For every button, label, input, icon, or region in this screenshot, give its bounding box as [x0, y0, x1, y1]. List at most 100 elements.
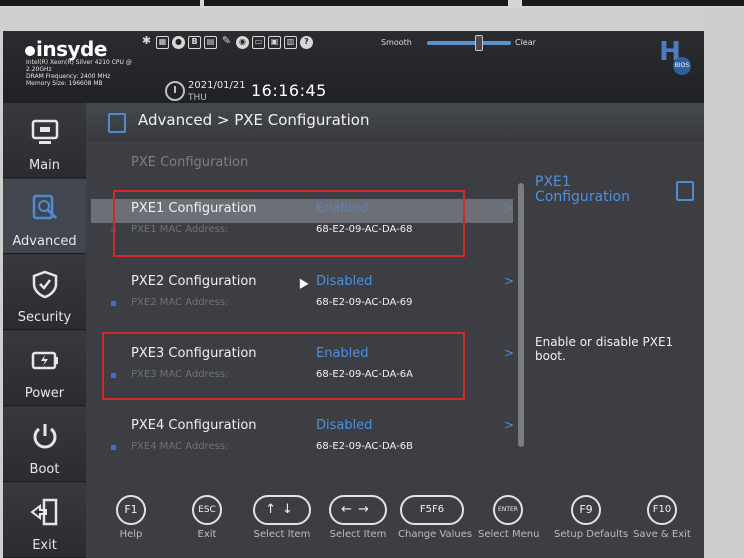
lock-icon[interactable]: ▣	[268, 36, 281, 49]
pin-icon[interactable]: ✱	[140, 35, 153, 49]
sidebar-label-advanced: Advanced	[12, 234, 77, 249]
strip-segment	[522, 0, 744, 6]
background-panel	[704, 8, 744, 558]
help-icon[interactable]: ?	[300, 36, 313, 49]
strip-segment	[0, 0, 200, 6]
bold-icon[interactable]: B	[188, 36, 201, 49]
breadcrumb-bar: Advanced > PXE Configuration	[86, 103, 704, 141]
annotation-box-pxe1	[113, 190, 465, 257]
top-window-strip	[0, 0, 744, 8]
bios-window: insyde Intel(R) Xeon(R) Silver 4210 CPU …	[3, 31, 704, 558]
sidebar-item-advanced[interactable]: Advanced	[3, 179, 86, 254]
key-label: Change Values	[398, 529, 473, 540]
help-text: Enable or disable PXE1 boot.	[535, 335, 674, 363]
annotation-box-pxe3	[102, 332, 465, 400]
key-select-menu[interactable]: ENTER Select Menu	[478, 495, 540, 540]
advanced-icon	[32, 194, 58, 220]
pxe2-config-value[interactable]: Disabled	[316, 274, 372, 289]
cpu-freq-line: 2.20GHz	[26, 66, 52, 73]
wrench-icon[interactable]: ✎	[220, 35, 233, 49]
pxe4-mac-label: PXE4 MAC Address:	[131, 441, 229, 452]
screenshot-icon[interactable]: ▤	[204, 36, 217, 49]
grid-icon[interactable]: ▦	[156, 36, 169, 49]
key-select-item-vertical[interactable]: ↑↓ Select Item	[252, 495, 312, 540]
pxe2-mac-label: PXE2 MAC Address:	[131, 297, 229, 308]
smooth-slider-thumb[interactable]	[475, 35, 483, 51]
sidebar-label-security: Security	[17, 310, 72, 325]
toolbar: ✱ ▦ ● B ▤ ✎ ◉ ▭ ▣ ▥ ?	[140, 35, 313, 52]
strip-segment	[204, 0, 508, 6]
exit-door-icon	[30, 498, 58, 526]
pxe4-mac-value: 68-E2-09-AC-DA-6B	[316, 441, 413, 452]
sidebar-item-power[interactable]: Power	[3, 331, 86, 406]
footer-keys: F1 Help ESC Exit ↑↓ Select Item ←→ Selec…	[86, 485, 704, 558]
day-text: THU	[188, 93, 207, 103]
sidebar: Main Advanced Security Power Boot Exit	[3, 103, 86, 558]
bios-badge: BIOS	[673, 57, 691, 75]
f5-f6-key-icon: F5F6	[400, 495, 464, 525]
advanced-icon	[676, 181, 694, 201]
key-save-exit[interactable]: F10 Save & Exit	[630, 495, 694, 540]
insyde-logo: insyde	[25, 37, 107, 61]
pxe3-arrow-icon: >	[504, 346, 515, 360]
clock-icon	[165, 81, 185, 101]
key-label: Select Menu	[478, 529, 540, 540]
pxe2-config-label: PXE2 Configuration	[131, 274, 257, 289]
smooth-slider-track[interactable]	[427, 41, 511, 45]
main-panel: Advanced > PXE Configuration PXE Configu…	[86, 103, 704, 485]
sidebar-item-exit[interactable]: Exit	[3, 483, 86, 558]
pxe1-arrow-icon: >	[504, 201, 515, 215]
system-info: Intel(R) Xeon(R) Silver 4210 CPU @ 2.20G…	[26, 59, 132, 87]
pxe4-row[interactable]: PXE4 Configuration Disabled > PXE4 MAC A…	[86, 418, 516, 468]
pxe4-config-label: PXE4 Configuration	[131, 418, 257, 433]
key-setup-defaults[interactable]: F9 Setup Defaults	[554, 495, 628, 540]
up-down-key-icon: ↑↓	[253, 495, 311, 525]
time-text: 16:16:45	[251, 81, 327, 100]
sidebar-label-power: Power	[24, 386, 65, 401]
esc-key-icon: ESC	[192, 495, 222, 525]
left-right-key-icon: ←→	[329, 495, 387, 525]
vertical-scrollbar[interactable]	[518, 183, 524, 447]
key-change-values[interactable]: F5F6 Change Values	[398, 495, 473, 540]
sidebar-label-boot: Boot	[29, 462, 60, 477]
clear-label[interactable]: Clear	[515, 38, 536, 47]
sidebar-item-boot[interactable]: Boot	[3, 407, 86, 482]
sidebar-item-main[interactable]: Main	[3, 103, 86, 178]
key-help[interactable]: F1 Help	[101, 495, 161, 540]
sidebar-label-main: Main	[28, 158, 61, 173]
pxe2-arrow-icon: >	[504, 274, 515, 288]
disc-icon[interactable]: ◉	[236, 36, 249, 49]
bullet-icon	[111, 445, 116, 450]
key-label: Help	[119, 529, 143, 540]
enter-key-icon: ENTER	[493, 495, 523, 525]
help-title: PXE1 Configuration	[535, 174, 630, 205]
sidebar-label-exit: Exit	[32, 538, 57, 553]
memory-line: Memory Size: 196608 MB	[26, 80, 103, 87]
chat-icon[interactable]: ▭	[252, 36, 265, 49]
record-icon[interactable]: ●	[172, 36, 185, 49]
monitor-icon	[31, 119, 59, 144]
dram-line: DRAM Frequency: 2400 MHz	[26, 73, 111, 80]
advanced-icon	[108, 113, 126, 133]
key-label: Select Item	[253, 529, 311, 540]
f10-key-icon: F10	[647, 495, 677, 525]
f9-key-icon: F9	[571, 495, 601, 525]
key-label: Select Item	[329, 529, 387, 540]
pxe2-mac-value: 68-E2-09-AC-DA-69	[316, 297, 413, 308]
key-exit[interactable]: ESC Exit	[177, 495, 237, 540]
date-text: 2021/01/21	[188, 80, 246, 91]
keyboard-icon[interactable]: ▥	[284, 36, 297, 49]
battery-icon	[31, 351, 58, 370]
brand-text: insyde	[36, 37, 107, 61]
screen: insyde Intel(R) Xeon(R) Silver 4210 CPU …	[0, 0, 744, 558]
key-select-item-horizontal[interactable]: ←→ Select Item	[328, 495, 388, 540]
section-header: PXE Configuration	[131, 155, 249, 170]
key-label: Save & Exit	[633, 529, 691, 540]
pxe4-config-value[interactable]: Disabled	[316, 418, 372, 433]
insyde-h2o-logo: H BIOS	[645, 39, 695, 79]
header-bar: insyde Intel(R) Xeon(R) Silver 4210 CPU …	[3, 31, 704, 103]
cpu-line: Intel(R) Xeon(R) Silver 4210 CPU @	[26, 59, 132, 66]
key-label: Exit	[197, 529, 217, 540]
sidebar-item-security[interactable]: Security	[3, 255, 86, 330]
power-icon	[33, 424, 57, 449]
